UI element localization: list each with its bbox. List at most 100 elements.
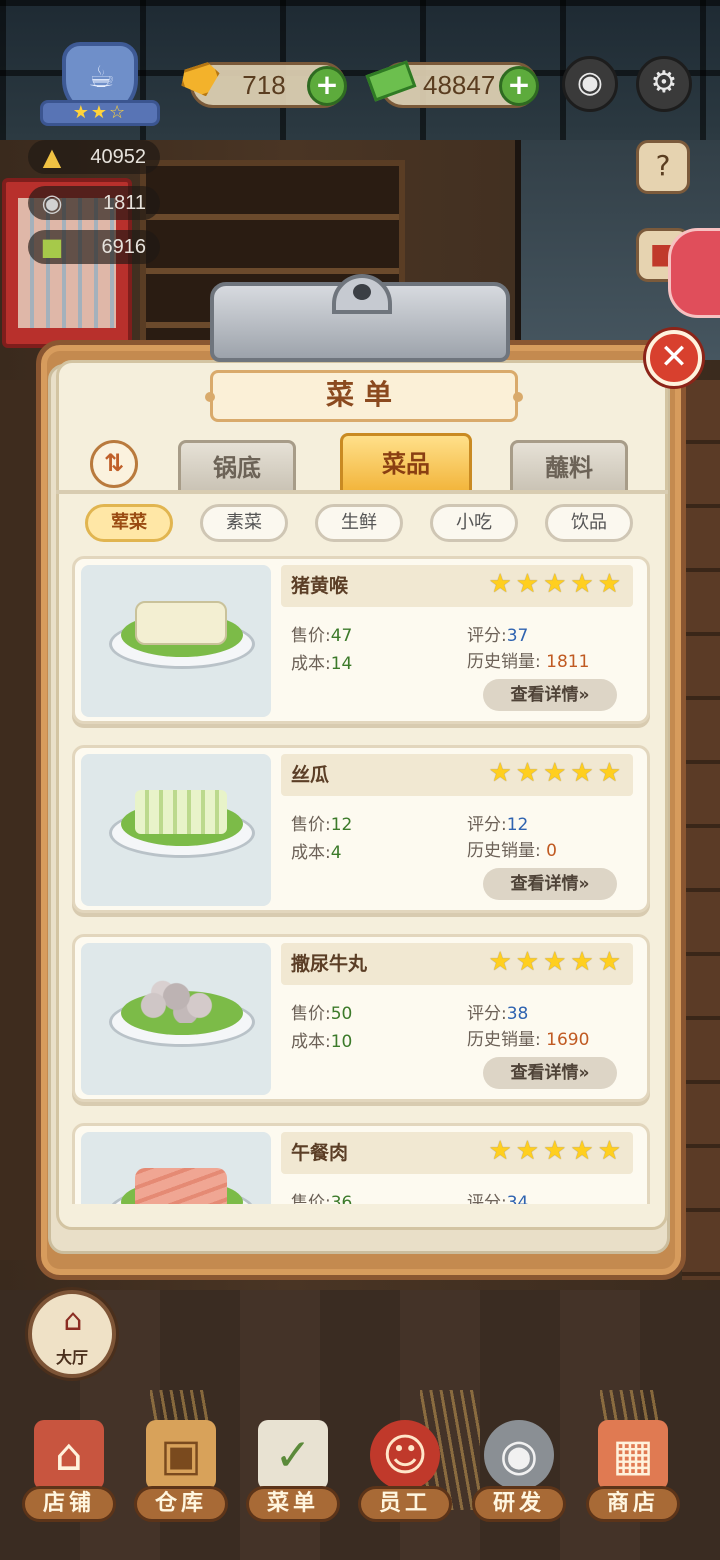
cash-counter: 48847 + <box>365 60 539 108</box>
restaurant-level-badge[interactable]: ☕ ★★☆ <box>40 42 160 128</box>
nav-research[interactable]: ◉ 研发 <box>464 1400 574 1530</box>
ingredient-icon: ■ <box>40 233 64 261</box>
dish-star-rating: ★★★★★ <box>488 569 625 599</box>
camera-button[interactable]: ◉ <box>562 56 618 112</box>
dish-card[interactable]: 丝瓜 ★★★★★ 售价:12 成本:4 评分:12 历史销量: 0 查看详情» <box>72 745 650 913</box>
filter-fresh[interactable]: 生鲜 <box>315 504 403 542</box>
dish-rating: 评分:38 <box>467 1004 529 1024</box>
dish-name: 丝瓜 <box>291 764 330 786</box>
menu-title: 菜单 <box>205 370 523 422</box>
dish-card[interactable]: 撒尿牛丸 ★★★★★ 售价:50 成本:10 评分:38 历史销量: 1690 … <box>72 934 650 1102</box>
dish-cost: 成本:14 <box>291 654 353 674</box>
nav-shop-front[interactable]: ⌂ 店铺 <box>14 1400 124 1530</box>
dish-list[interactable]: 猪黄喉 ★★★★★ 售价:47 成本:14 评分:37 历史销量: 1811 查… <box>66 554 656 1204</box>
bottom-navigation: ⌂ 店铺 ▣ 仓库 ✓ 菜单 ☺ 员工 ◉ 研发 ▦ 商店 <box>0 1400 720 1560</box>
dish-rating: 评分:34 <box>467 1193 529 1204</box>
dish-name: 午餐肉 <box>291 1142 349 1164</box>
settings-button[interactable]: ⚙ <box>636 56 692 112</box>
filter-snack[interactable]: 小吃 <box>430 504 518 542</box>
dish-name: 猪黄喉 <box>291 575 349 597</box>
hall-label: 大厅 <box>55 1348 88 1367</box>
tab-dishes[interactable]: 菜品 <box>340 433 472 492</box>
camera-icon: ◉ <box>576 65 604 100</box>
help-book-button[interactable]: ? <box>636 140 690 194</box>
edge-event-badge[interactable] <box>668 228 720 318</box>
dish-image <box>81 565 271 717</box>
dish-rating: 评分:37 <box>467 626 529 646</box>
tab-soup-base[interactable]: 锅底 <box>178 440 296 492</box>
sort-arrows-icon: ⇅ <box>103 449 125 477</box>
cooking-pot-icon: ☕ <box>88 60 115 95</box>
dish-image <box>81 943 271 1095</box>
cloche-icon: ◉ <box>41 189 63 217</box>
crate-icon: ▣ <box>146 1420 216 1490</box>
clipboard-icon: ✓ <box>258 1420 328 1490</box>
dish-sales: 历史销量: 1690 <box>467 1030 590 1050</box>
nav-label: 商店 <box>586 1486 680 1522</box>
nav-store[interactable]: ▦ 商店 <box>578 1400 688 1530</box>
gem-count: 718 <box>242 70 286 100</box>
cash-count: 48847 <box>423 70 496 100</box>
market-stall-icon: ▦ <box>598 1420 668 1490</box>
nav-label: 研发 <box>472 1486 566 1522</box>
stat-served: 1811 <box>102 192 146 214</box>
dish-header: 猪黄喉 ★★★★★ <box>281 565 633 607</box>
storefront-icon: ⌂ <box>34 1420 104 1490</box>
dish-price: 售价:47 <box>291 626 353 646</box>
nav-label: 店铺 <box>22 1486 116 1522</box>
chef-icon: ☺ <box>370 1420 440 1490</box>
tab-baseline <box>56 490 668 494</box>
dish-sales: 历史销量: 0 <box>467 841 557 861</box>
dish-cost: 成本:4 <box>291 843 342 863</box>
stat-ingredients: 6916 <box>101 236 147 258</box>
gear-icon: ⚙ <box>650 65 678 100</box>
nav-label: 菜单 <box>246 1486 340 1522</box>
hall-button[interactable]: ⌂ 大厅 <box>28 1290 116 1378</box>
dish-star-rating: ★★★★★ <box>488 758 625 788</box>
filter-meat[interactable]: 荤菜 <box>85 504 173 542</box>
house-icon: ⌂ <box>63 1303 83 1338</box>
stat-popularity: 40952 <box>90 146 146 168</box>
nav-warehouse[interactable]: ▣ 仓库 <box>126 1400 236 1530</box>
cash-icon <box>365 55 417 107</box>
trophy-icon: ▲ <box>42 143 62 171</box>
category-filter-row: 荤菜 素菜 生鲜 小吃 饮品 <box>0 504 720 544</box>
dish-header: 撒尿牛丸 ★★★★★ <box>281 943 633 985</box>
dish-header: 丝瓜 ★★★★★ <box>281 754 633 796</box>
close-button[interactable]: ✕ <box>646 330 702 386</box>
dish-star-rating: ★★★★★ <box>488 1136 625 1166</box>
sort-button[interactable]: ⇅ <box>90 440 138 488</box>
view-details-button[interactable]: 查看详情» <box>483 679 617 711</box>
filter-vegetable[interactable]: 素菜 <box>200 504 288 542</box>
stat-row-ingredients: ■ 6916 <box>28 230 160 264</box>
nav-menu[interactable]: ✓ 菜单 <box>238 1400 348 1530</box>
nav-label: 员工 <box>358 1486 452 1522</box>
dish-image <box>81 1132 271 1204</box>
dish-sales: 历史销量: 1811 <box>467 652 590 672</box>
filter-drink[interactable]: 饮品 <box>545 504 633 542</box>
add-gems-button[interactable]: + <box>307 66 347 106</box>
level-stars: ★★☆ <box>40 100 160 126</box>
stat-row-popularity: ▲ 40952 <box>28 140 160 174</box>
dish-price: 售价:36 <box>291 1193 353 1204</box>
dish-price: 售价:12 <box>291 815 353 835</box>
stat-row-served: ◉ 1811 <box>28 186 160 220</box>
question-book-icon: ? <box>655 149 671 182</box>
add-cash-button[interactable]: + <box>499 66 539 106</box>
dish-image <box>81 754 271 906</box>
close-icon: ✕ <box>659 337 689 377</box>
dish-card[interactable]: 午餐肉 ★★★★★ 售价:36 评分:34 <box>72 1123 650 1204</box>
gem-counter: 718 + <box>190 62 347 108</box>
dish-card[interactable]: 猪黄喉 ★★★★★ 售价:47 成本:14 评分:37 历史销量: 1811 查… <box>72 556 650 724</box>
view-details-button[interactable]: 查看详情» <box>483 868 617 900</box>
dish-header: 午餐肉 ★★★★★ <box>281 1132 633 1174</box>
dish-price: 售价:50 <box>291 1004 353 1024</box>
dish-cost: 成本:10 <box>291 1032 353 1052</box>
view-details-button[interactable]: 查看详情» <box>483 1057 617 1089</box>
nav-staff[interactable]: ☺ 员工 <box>350 1400 460 1530</box>
dish-star-rating: ★★★★★ <box>488 947 625 977</box>
clip-hole <box>353 284 371 300</box>
wok-icon: ◉ <box>484 1420 554 1490</box>
gem-icon <box>175 55 227 107</box>
tab-dipping-sauce[interactable]: 蘸料 <box>510 440 628 492</box>
